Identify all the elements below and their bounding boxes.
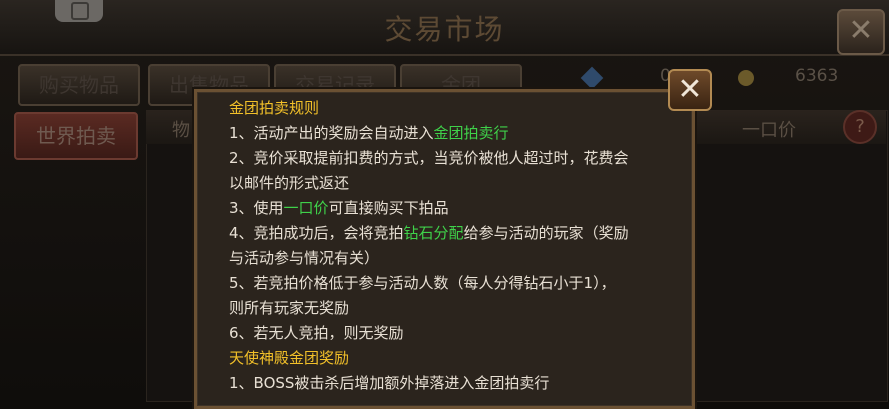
- reward-1: 1、BOSS被击杀后增加额外掉落进入金团拍卖行: [229, 374, 550, 392]
- rule-3-text-b: 可直接购买下拍品: [328, 199, 449, 217]
- sidebar-world-auction-label: 世界拍卖: [36, 124, 116, 148]
- top-menu-icon[interactable]: [55, 0, 103, 22]
- rule-2-cont: 以邮件的形式返还: [229, 174, 350, 192]
- rules-section-title: 金团拍卖规则: [229, 99, 320, 117]
- rule-1-highlight: 金团拍卖行: [433, 124, 509, 142]
- gold-value: 6363: [795, 66, 839, 86]
- column-header-item: 物: [172, 120, 190, 141]
- rule-5: 5、若竞拍价格低于参与活动人数（每人分得钻石小于1），: [229, 274, 616, 292]
- column-header-buyout: 一口价: [742, 120, 796, 141]
- gold-coin-icon: [738, 70, 754, 86]
- rule-4-highlight: 钻石分配: [403, 224, 464, 242]
- window-close-button[interactable]: ✕: [837, 9, 885, 55]
- tab-buy[interactable]: 购买物品: [18, 64, 140, 106]
- rule-3-highlight: 一口价: [283, 199, 329, 217]
- rule-2: 2、竞价采取提前扣费的方式，当竞价被他人超过时，花费会: [229, 149, 629, 167]
- rule-4-text-a: 4、竞拍成功后，会将竞拍: [229, 224, 404, 242]
- title-bar: 交易市场: [0, 0, 889, 56]
- rules-text: 金团拍卖规则 1、活动产出的奖励会自动进入金团拍卖行 2、竞价采取提前扣费的方式…: [229, 96, 689, 396]
- rule-4-text-b: 给参与活动的玩家（奖励: [463, 224, 629, 242]
- help-icon[interactable]: ?: [843, 110, 877, 144]
- window-title: 交易市场: [384, 13, 505, 46]
- top-menu-icon-glyph: [71, 2, 89, 20]
- rule-4-cont: 与活动参与情况有关）: [229, 249, 380, 267]
- rule-4: 4、竞拍成功后，会将竞拍钻石分配给参与活动的玩家（奖励: [229, 221, 689, 246]
- sidebar-world-auction[interactable]: 世界拍卖: [14, 112, 138, 160]
- rule-3: 3、使用一口价可直接购买下拍品: [229, 196, 689, 221]
- rule-5-cont: 则所有玩家无奖励: [229, 299, 350, 317]
- rule-6: 6、若无人竞拍，则无奖励: [229, 324, 404, 342]
- tab-buy-label: 购买物品: [39, 73, 119, 97]
- rule-1: 1、活动产出的奖励会自动进入金团拍卖行: [229, 121, 689, 146]
- rule-3-text-a: 3、使用: [229, 199, 284, 217]
- rewards-section-title: 天使神殿金团奖励: [229, 349, 350, 367]
- rule-1-text: 1、活动产出的奖励会自动进入: [229, 124, 434, 142]
